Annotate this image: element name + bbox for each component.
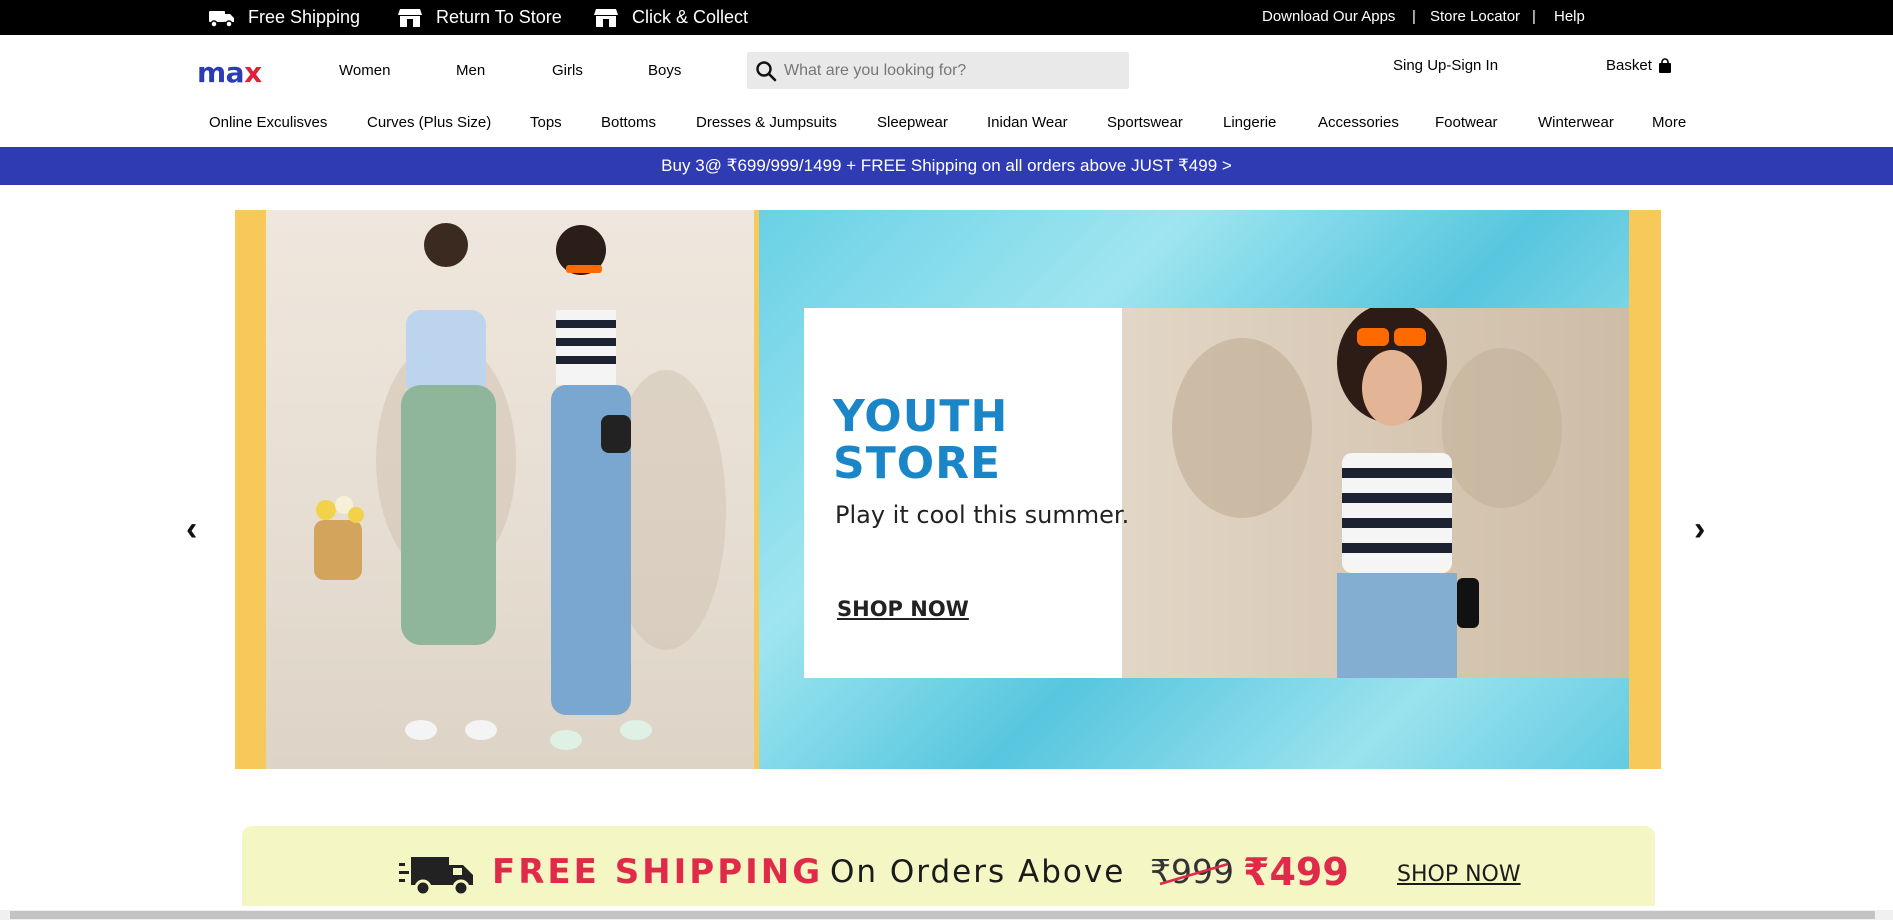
hero-tagline: Play it cool this summer.	[835, 501, 1130, 529]
new-price: ₹499	[1243, 850, 1349, 894]
logo-accent: x	[244, 56, 262, 89]
separator: |	[1532, 8, 1536, 25]
nav-women[interactable]: Women	[339, 62, 390, 79]
top-utility-bar: Free Shipping Return To Store Click & Co…	[0, 0, 1893, 35]
utility-links: Download Our Apps | Store Locator | Help	[0, 0, 1893, 35]
cat-lingerie[interactable]: Lingerie	[1223, 114, 1276, 131]
cat-sleepwear[interactable]: Sleepwear	[877, 114, 948, 131]
scrollbar-thumb[interactable]	[10, 911, 1875, 919]
free-shipping-headline: FREE SHIPPING	[492, 852, 824, 892]
separator: |	[1412, 8, 1416, 25]
strikethrough	[1159, 862, 1229, 886]
model-illustration	[1172, 308, 1562, 678]
basket-label: Basket	[1606, 57, 1652, 74]
shopping-bag-icon	[1658, 57, 1671, 73]
help-link[interactable]: Help	[1554, 8, 1585, 25]
offer-banner[interactable]: Buy 3@ ₹699/999/1499 + FREE Shipping on …	[0, 147, 1893, 185]
cat-curves[interactable]: Curves (Plus Size)	[367, 114, 491, 131]
cat-sportswear[interactable]: Sportswear	[1107, 114, 1183, 131]
models-illustration	[314, 223, 726, 750]
nav-boys[interactable]: Boys	[648, 62, 681, 79]
max-logo[interactable]: max	[197, 56, 262, 89]
nav-men[interactable]: Men	[456, 62, 485, 79]
signin-link[interactable]: Sing Up-Sign In	[1393, 57, 1498, 74]
cat-more[interactable]: More	[1652, 114, 1686, 131]
search-icon[interactable]	[755, 60, 777, 82]
search-input[interactable]	[784, 52, 1124, 89]
cat-accessories[interactable]: Accessories	[1318, 114, 1399, 131]
hero-photo-models	[266, 210, 754, 769]
hero-photo-model	[1122, 308, 1629, 678]
basket-link[interactable]: Basket	[1606, 57, 1672, 74]
download-apps-link[interactable]: Download Our Apps	[1262, 8, 1395, 25]
carousel-next-button[interactable]: ›	[1694, 512, 1705, 546]
cat-footwear[interactable]: Footwear	[1435, 114, 1498, 131]
hero-shop-now-button[interactable]: SHOP NOW	[837, 597, 969, 621]
hero-title-line2: STORE	[833, 438, 1002, 489]
nav-girls[interactable]: Girls	[552, 62, 583, 79]
page: Free Shipping Return To Store Click & Co…	[0, 0, 1893, 920]
store-locator-link[interactable]: Store Locator	[1430, 8, 1520, 25]
hero-text-panel	[804, 308, 1122, 678]
cat-bottoms[interactable]: Bottoms	[601, 114, 656, 131]
hero-title-line1: YOUTH	[833, 391, 1009, 442]
cat-indian-wear[interactable]: Inidan Wear	[987, 114, 1068, 131]
free-shipping-shop-now[interactable]: SHOP NOW	[1397, 862, 1521, 887]
delivery-truck-icon	[399, 857, 473, 897]
cat-tops[interactable]: Tops	[530, 114, 562, 131]
carousel-prev-button[interactable]: ‹	[186, 512, 197, 546]
search-box	[747, 52, 1129, 89]
cat-online-exclusives[interactable]: Online Exculisves	[209, 114, 327, 131]
cat-winterwear[interactable]: Winterwear	[1538, 114, 1614, 131]
old-price: ₹999	[1150, 852, 1234, 891]
cat-dresses[interactable]: Dresses & Jumpsuits	[696, 114, 837, 131]
logo-text: ma	[197, 56, 245, 89]
horizontal-scrollbar[interactable]	[0, 910, 1893, 920]
hero-title: YOUTH STORE	[833, 393, 1008, 487]
free-shipping-text: On Orders Above	[830, 854, 1126, 890]
